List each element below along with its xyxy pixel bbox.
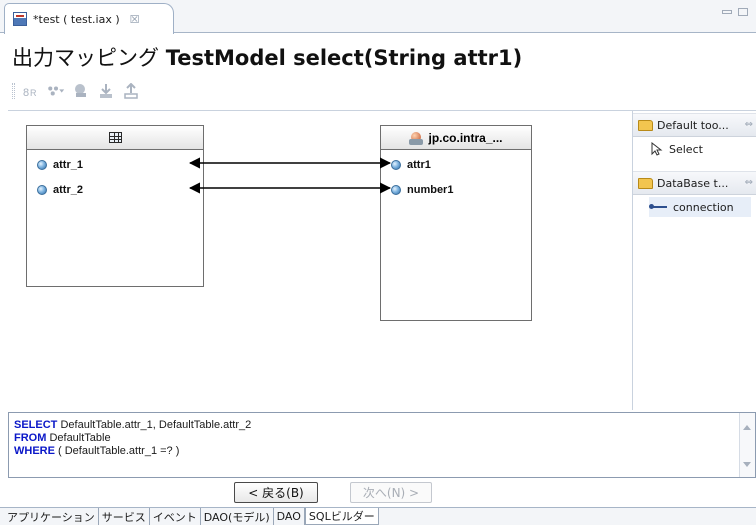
source-field-label: attr_2 [53,184,83,196]
palette-tool-label: connection [673,200,734,214]
palette-drawer-label: Default too... [657,118,729,132]
palette-drawer-database-tools[interactable]: DataBase t... ⇔ [633,171,756,195]
sql-scrollbar[interactable] [739,413,755,477]
table-icon [108,132,122,143]
field-bullet-icon [391,185,401,195]
source-field-label: attr_1 [53,159,83,171]
window-controls [722,8,748,16]
target-field-number1[interactable]: number1 [391,182,453,198]
target-field-label: number1 [407,184,454,196]
page-tab-event[interactable]: イベント [150,508,201,525]
import-icon[interactable] [97,82,115,100]
export-icon[interactable] [122,82,140,100]
sql-where-body: ( DefaultTable.attr_1 =? ) [54,445,180,457]
palette-tool-connection[interactable]: connection [649,197,751,217]
source-table-header [27,126,203,150]
target-model-title: jp.co.intra_... [428,130,503,145]
scroll-up-icon[interactable] [743,425,751,430]
form-header: 出力マッピング TestModel select(String attr1) 8… [0,34,756,108]
page-tab-service[interactable]: サービス [99,508,150,525]
sql-keyword-select: SELECT [14,419,58,431]
folder-icon [638,119,653,131]
toolbar: 8R [12,80,140,102]
pin-icon[interactable]: ⇔ [745,177,753,188]
page-tabs: アプリケーション サービス イベント DAO(モデル) DAO SQLビルダー [0,507,756,525]
model-icon [409,131,424,145]
target-model-node[interactable]: jp.co.intra_... attr1 number1 [380,125,532,321]
wizard-navigation: < 戻る(B) 次へ(N) > [0,480,756,506]
sql-text-area[interactable]: SELECT DefaultTable.attr_1, DefaultTable… [8,412,756,478]
palette: Default too... ⇔ Select DataBase t... ⇔ … [632,110,756,410]
target-field-label: attr1 [407,159,431,171]
folder-icon [638,177,653,189]
pin-icon[interactable]: ⇔ [745,119,753,130]
field-bullet-icon [37,160,47,170]
palette-tool-label: Select [669,142,703,156]
sql-from-body: DefaultTable [46,432,111,444]
toolbar-grip[interactable] [12,83,15,99]
page-title: 出力マッピング TestModel select(String attr1) [12,42,522,72]
maximize-icon[interactable] [738,8,748,16]
page-tab-application[interactable]: アプリケーション [4,508,99,525]
scroll-down-icon[interactable] [743,462,751,467]
page-tab-sql-builder[interactable]: SQLビルダー [304,508,379,525]
editor-file-icon [13,12,27,26]
sql-select-body: DefaultTable.attr_1, DefaultTable.attr_2 [57,419,252,431]
key-icon[interactable]: 8R [22,82,40,100]
sql-keyword-from: FROM [14,432,47,444]
close-icon[interactable]: ☒ [130,13,140,26]
connection-icon [649,204,667,209]
palette-drawer-default-tools[interactable]: Default too... ⇔ [633,113,756,137]
svg-text:8: 8 [23,87,29,98]
next-button[interactable]: 次へ(N) > [350,482,432,503]
target-model-header: jp.co.intra_... [381,126,531,150]
page-tab-dao-model[interactable]: DAO(モデル) [201,508,274,525]
back-button[interactable]: < 戻る(B) [234,482,318,503]
minimize-icon[interactable] [722,10,732,14]
editor-tab-bar: *test ( test.iax ) ☒ [0,0,756,34]
editor-tab-title: *test ( test.iax ) [33,12,120,26]
palette-tool-select[interactable]: Select [651,139,703,159]
target-field-attr1[interactable]: attr1 [391,157,431,173]
source-field-attr-1[interactable]: attr_1 [37,157,83,173]
palette-drawer-label: DataBase t... [657,176,729,190]
sql-keyword-where: WHERE [14,445,55,457]
svg-text:R: R [30,88,37,98]
page-title-method: TestModel select(String attr1) [165,46,523,70]
source-field-attr-2[interactable]: attr_2 [37,182,83,198]
sql-statement: SELECT DefaultTable.attr_1, DefaultTable… [14,419,251,458]
field-bullet-icon [391,160,401,170]
field-bullet-icon [37,185,47,195]
page-tab-dao[interactable]: DAO [274,508,305,525]
editor-tab[interactable]: *test ( test.iax ) ☒ [4,3,174,34]
pointer-icon [651,142,663,156]
model-tool-icon[interactable] [72,82,90,100]
source-table-node[interactable]: attr_1 attr_2 [26,125,204,287]
layout-dropdown-icon[interactable] [47,82,65,100]
mapping-canvas[interactable]: attr_1 attr_2 jp.co.intra_... attr1 numb… [8,110,632,410]
page-title-prefix: 出力マッピング [12,46,166,70]
